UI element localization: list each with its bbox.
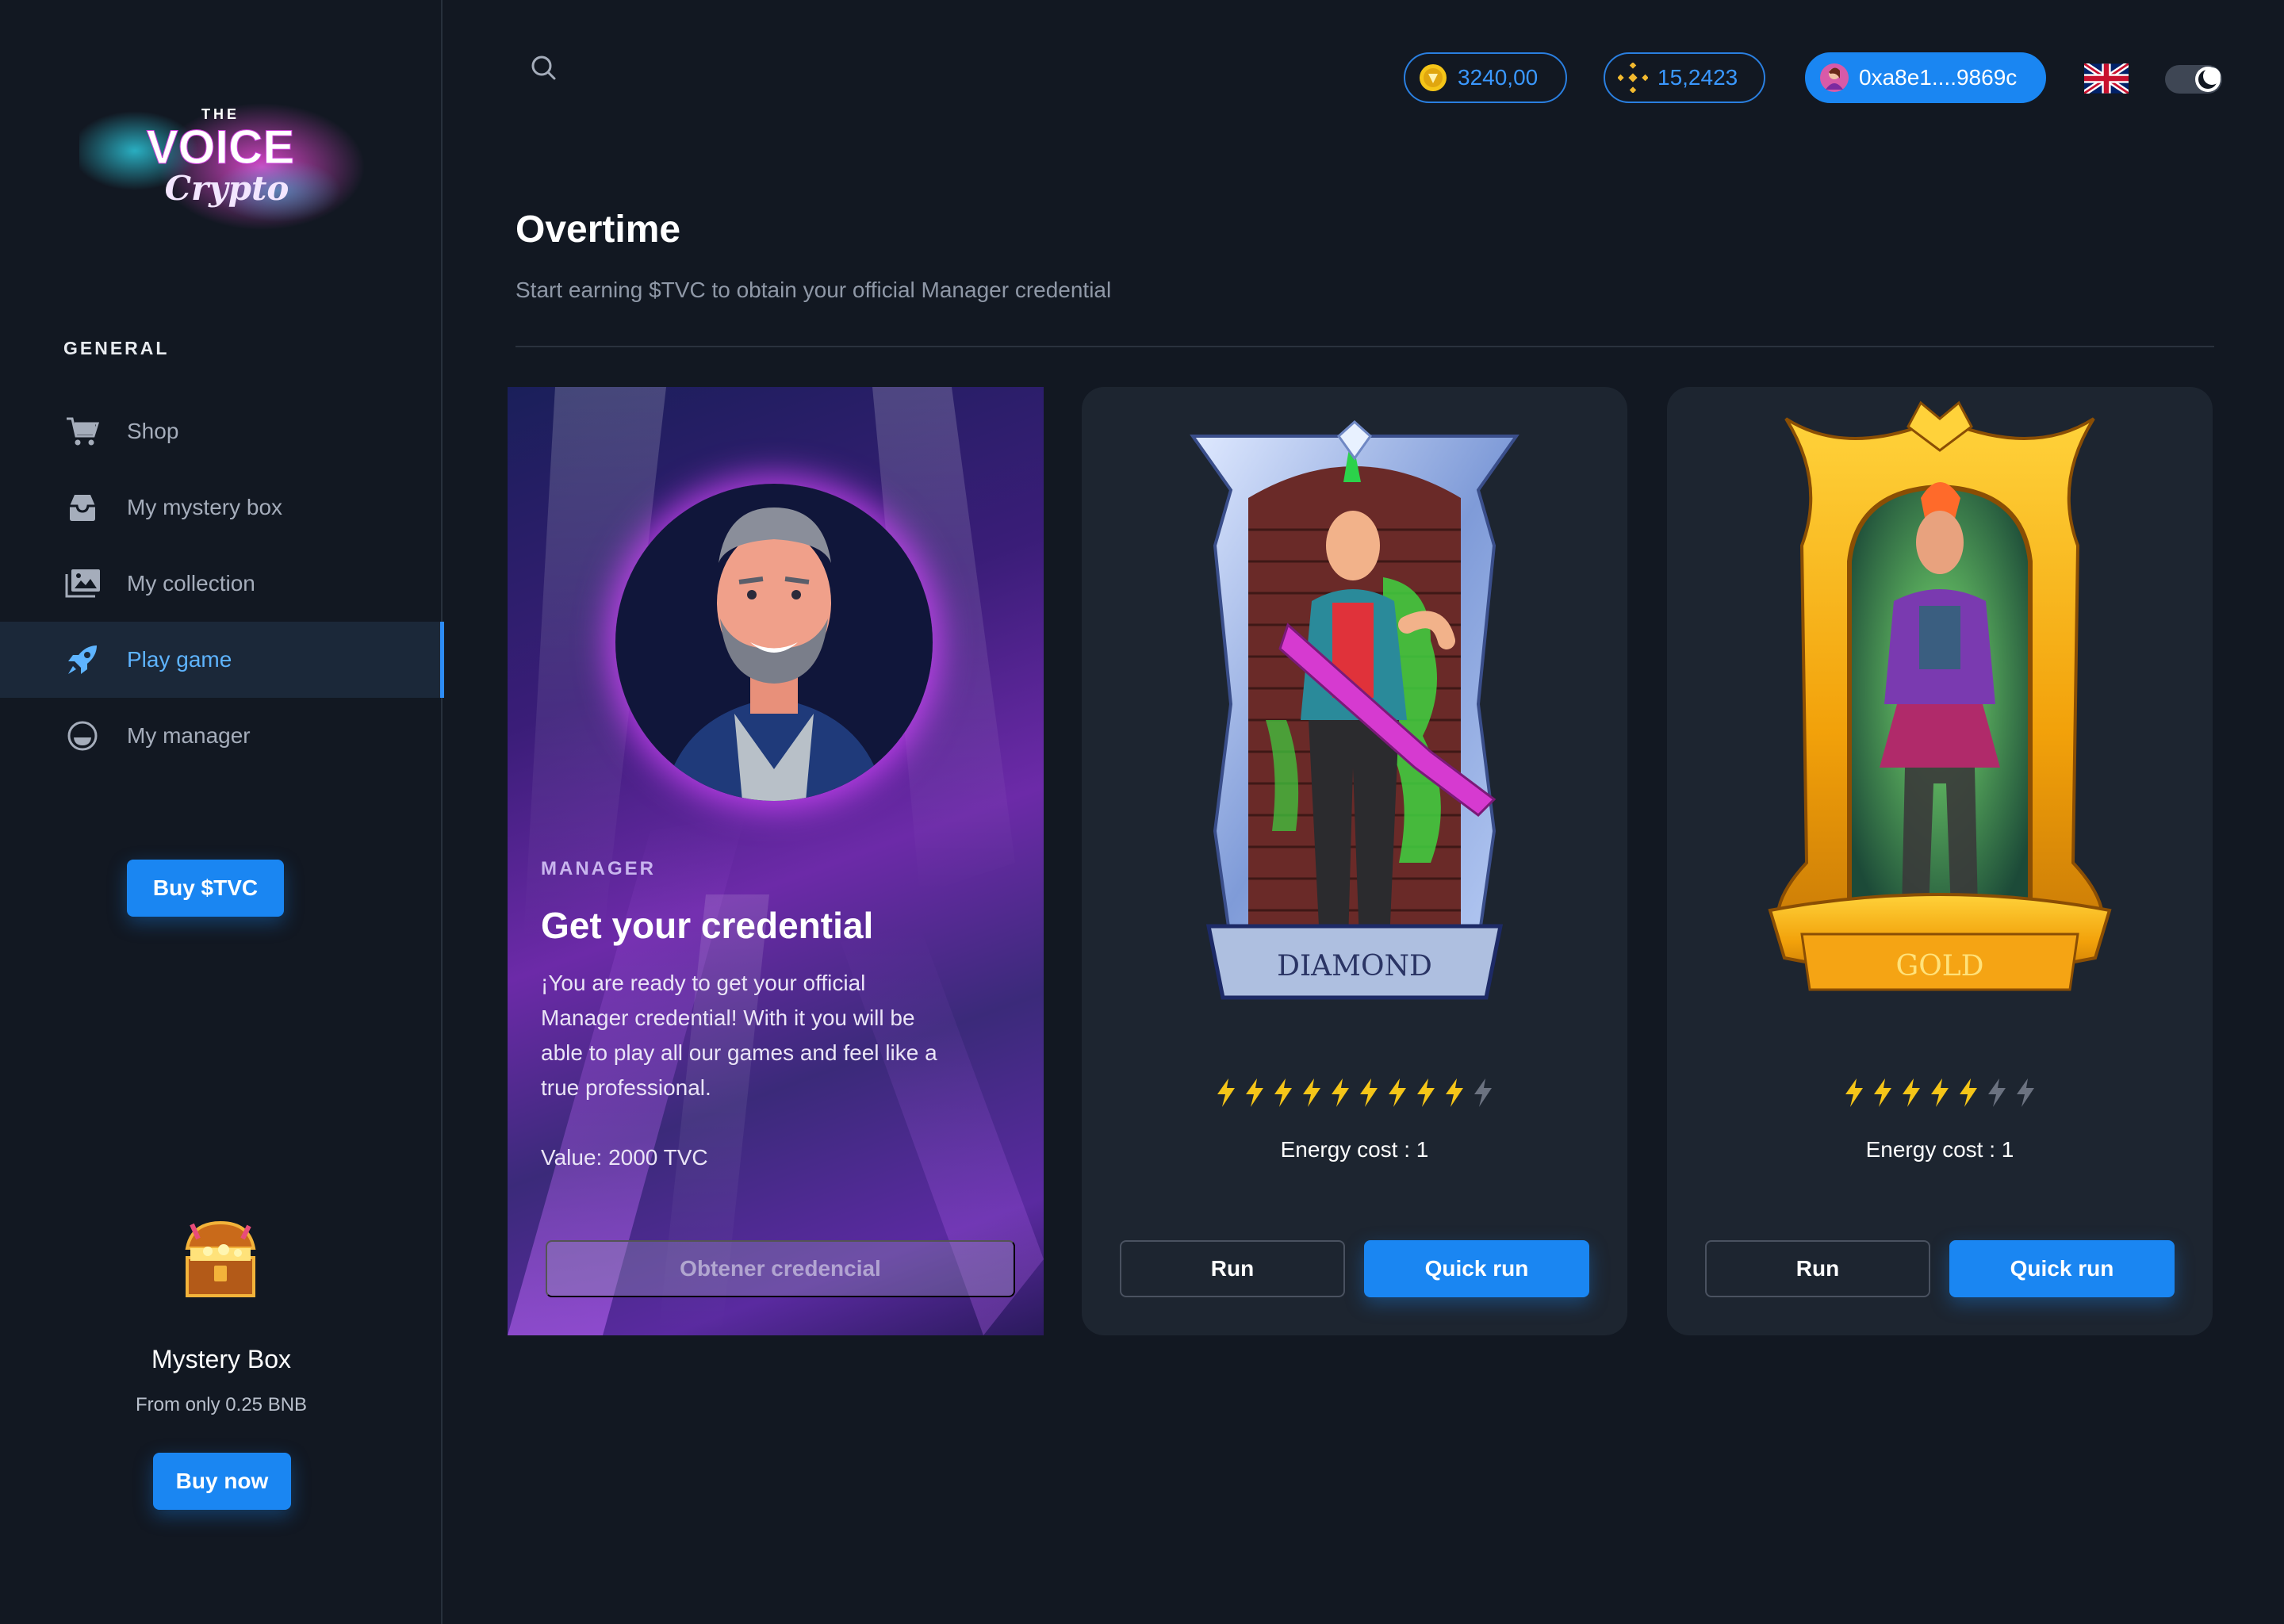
energy-bolt-filled-icon [1871, 1077, 1895, 1109]
sidebar-nav: Shop My mystery box My collection Play g… [0, 393, 444, 774]
bnb-icon [1617, 62, 1649, 94]
diamond-card-art[interactable]: DIAMOND [1082, 387, 1627, 1053]
energy-bolt-filled-icon [1300, 1077, 1324, 1109]
energy-cost: Energy cost : 1 [1280, 1137, 1429, 1162]
gold-character-card: GOLD Energy cost : 1 Run Quick run [1667, 387, 2213, 1335]
rocket-icon [63, 641, 102, 679]
buy-now-button[interactable]: Buy now [153, 1453, 291, 1510]
sidebar-item-play-game[interactable]: Play game [0, 622, 444, 698]
quick-run-button[interactable]: Quick run [1364, 1240, 1589, 1297]
manager-card-title: Get your credential [541, 905, 874, 946]
svg-text:Crypto: Crypto [165, 169, 289, 208]
buy-tvc-button[interactable]: Buy $TVC [127, 860, 284, 917]
quick-run-button[interactable]: Quick run [1949, 1240, 2175, 1297]
gallery-icon [63, 565, 102, 603]
bnb-balance-pill[interactable]: 15,2423 [1604, 52, 1765, 103]
svg-text:THE: THE [201, 106, 240, 122]
search-icon[interactable] [528, 52, 560, 84]
uk-flag-icon[interactable] [2082, 61, 2131, 96]
svg-text:DIAMOND: DIAMOND [1277, 950, 1432, 982]
energy-bolt-empty-icon [1985, 1077, 2009, 1109]
cart-icon [63, 412, 102, 450]
wallet-address: 0xa8e1....9869c [1859, 65, 2018, 90]
energy-bolt-filled-icon [1443, 1077, 1466, 1109]
energy-bolt-filled-icon [1842, 1077, 1866, 1109]
treasure-chest-icon [176, 1216, 265, 1305]
moon-icon [2198, 67, 2221, 89]
user-avatar-icon [1819, 63, 1849, 93]
energy-bolt-filled-icon [1385, 1077, 1409, 1109]
energy-bolt-empty-icon [1471, 1077, 1495, 1109]
sidebar-item-manager[interactable]: My manager [0, 698, 443, 774]
section-title-general: GENERAL [63, 338, 170, 358]
sidebar-item-shop[interactable]: Shop [0, 393, 443, 469]
sidebar-item-collection[interactable]: My collection [0, 546, 443, 622]
sidebar-item-label: My manager [127, 723, 251, 748]
svg-text:GOLD: GOLD [1895, 950, 1983, 982]
gold-card-art[interactable]: GOLD [1667, 387, 2213, 1053]
energy-bolt-filled-icon [1271, 1077, 1295, 1109]
manager-icon [63, 717, 102, 755]
energy-bolt-filled-icon [1357, 1077, 1381, 1109]
sidebar-item-label: My collection [127, 571, 255, 596]
manager-card-value: Value: 2000 TVC [541, 1145, 708, 1170]
energy-bolt-filled-icon [1956, 1077, 1980, 1109]
manager-credential-card: MANAGER Get your credential ¡You are rea… [508, 387, 1044, 1335]
energy-bolt-filled-icon [1214, 1077, 1238, 1109]
sidebar: THE VOICE Crypto GENERAL Shop My mystery… [0, 0, 444, 1624]
inbox-icon [63, 488, 102, 527]
energy-bolt-filled-icon [1243, 1077, 1267, 1109]
mystery-box-subtitle: From only 0.25 BNB [135, 1394, 308, 1415]
tvc-balance-value: 3240,00 [1458, 65, 1539, 90]
energy-meter [1082, 1077, 1627, 1109]
manager-card-description: ¡You are ready to get your official Mana… [541, 971, 937, 1100]
sidebar-item-label: Shop [127, 419, 179, 443]
energy-bolt-filled-icon [1928, 1077, 1952, 1109]
bnb-balance-value: 15,2423 [1657, 65, 1738, 90]
sidebar-item-label: My mystery box [127, 495, 283, 519]
page-title: Overtime [515, 209, 681, 251]
tvc-balance-pill[interactable]: 3240,00 [1404, 52, 1567, 103]
mystery-box-title: Mystery Box [151, 1345, 292, 1373]
wallet-address-pill[interactable]: 0xa8e1....9869c [1805, 52, 2046, 103]
energy-cost: Energy cost : 1 [1865, 1137, 2014, 1162]
run-button[interactable]: Run [1705, 1240, 1930, 1297]
svg-text:VOICE: VOICE [147, 121, 295, 174]
diamond-character-card: DIAMOND Energy cost : 1 Run Quick run [1082, 387, 1627, 1335]
sidebar-item-mystery-box[interactable]: My mystery box [0, 469, 443, 546]
energy-meter [1667, 1077, 2213, 1109]
manager-label: MANAGER [541, 858, 656, 879]
run-button[interactable]: Run [1120, 1240, 1345, 1297]
divider [515, 346, 2214, 347]
voice-crypto-logo[interactable]: THE VOICE Crypto [71, 79, 365, 246]
theme-toggle[interactable] [2165, 65, 2222, 94]
energy-bolt-filled-icon [1414, 1077, 1438, 1109]
page-subtitle: Start earning $TVC to obtain your offici… [515, 278, 1112, 302]
sidebar-item-label: Play game [127, 647, 232, 672]
energy-bolt-empty-icon [2014, 1077, 2037, 1109]
energy-bolt-filled-icon [1328, 1077, 1352, 1109]
get-credential-button[interactable]: Obtener credencial [546, 1240, 1015, 1297]
manager-avatar [615, 484, 933, 801]
energy-bolt-filled-icon [1899, 1077, 1923, 1109]
tvc-coin-icon [1418, 63, 1448, 93]
